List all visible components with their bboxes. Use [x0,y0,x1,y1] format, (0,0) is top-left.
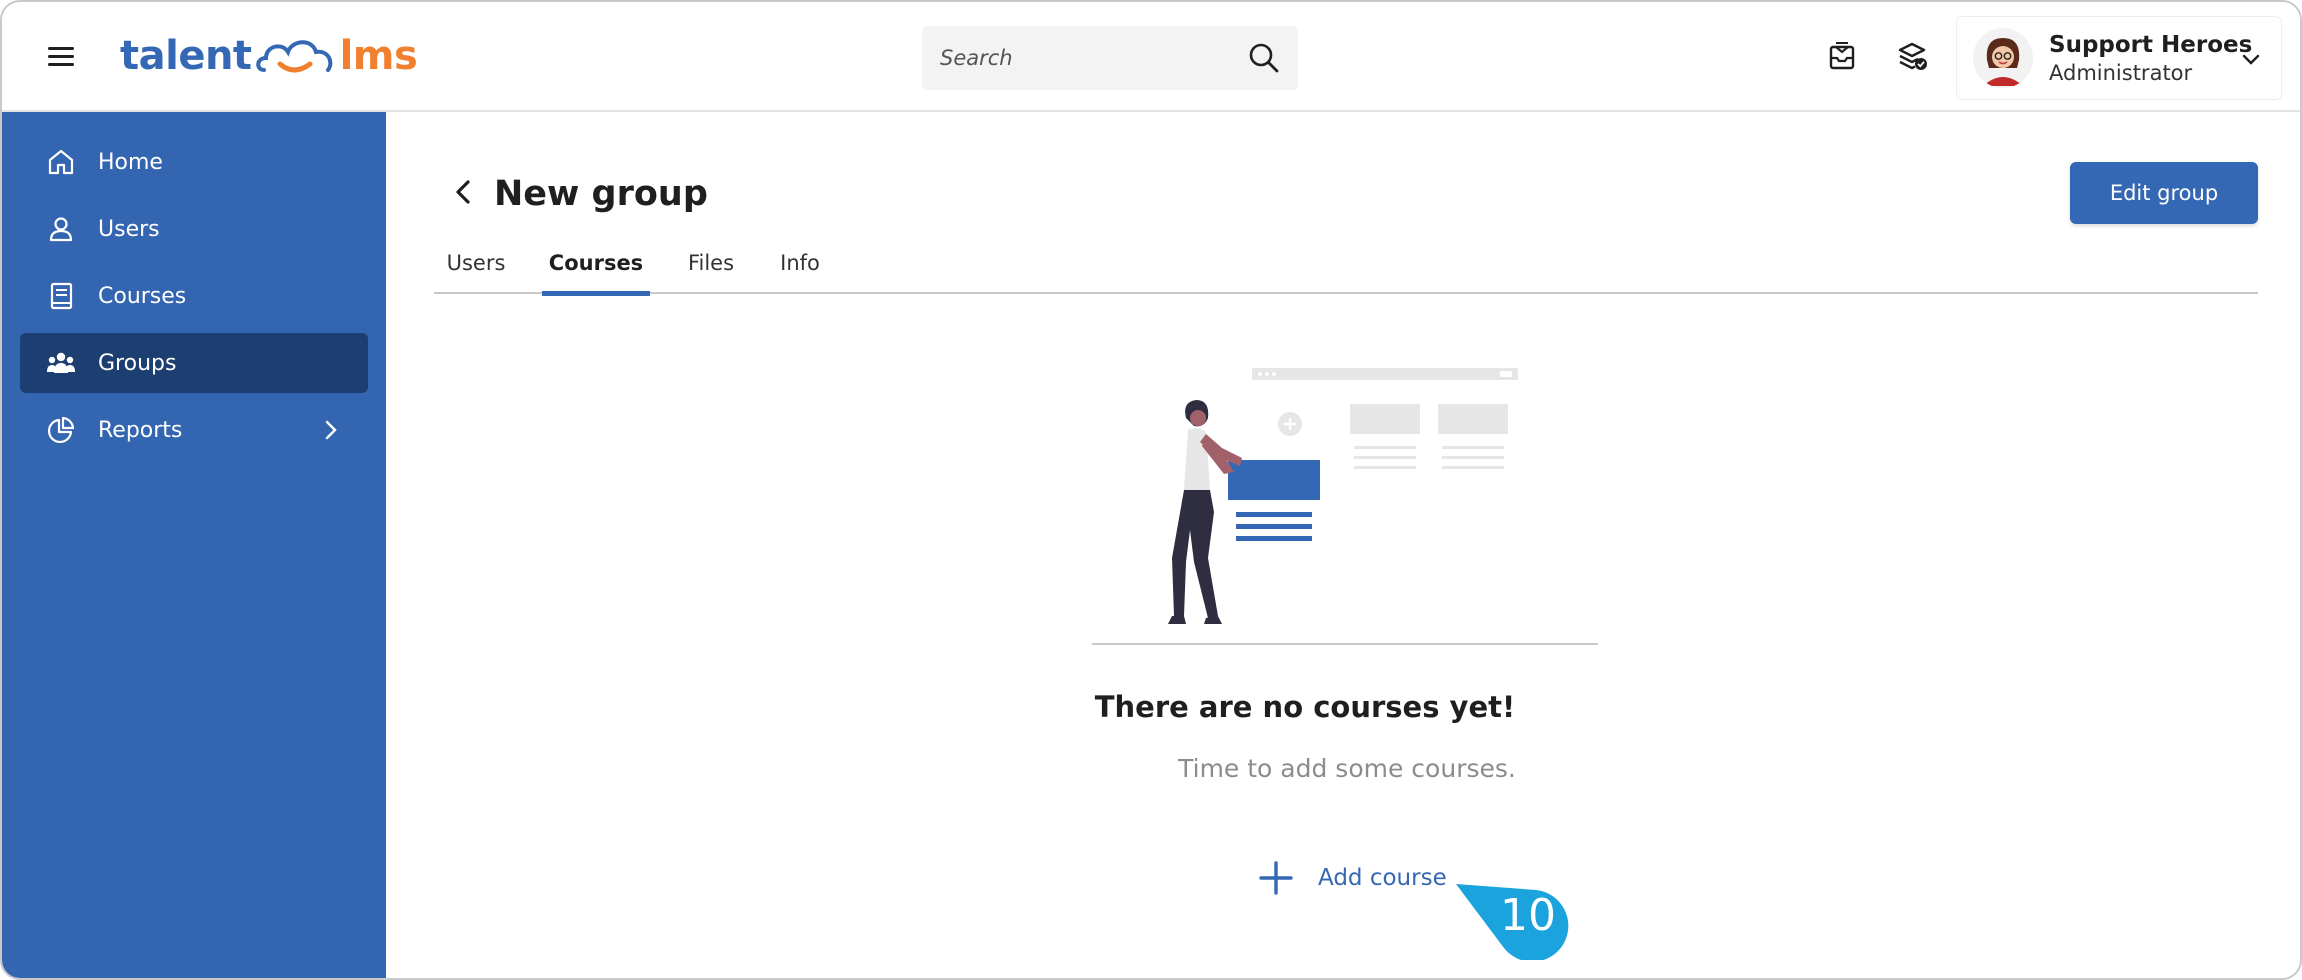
empty-state-title: There are no courses yet! [1094,690,1516,724]
user-icon [49,217,73,242]
sidebar-item-home[interactable]: Home [20,132,368,192]
plus-icon [1259,861,1293,895]
pie-chart-icon [47,416,75,444]
sidebar-item-label: Home [98,149,163,175]
tab-info[interactable]: Info [780,232,820,294]
back-arrow-icon[interactable] [450,178,478,206]
app-window: talent lms Search Support Heroes Adminis… [0,0,2302,980]
sidebar-item-reports[interactable]: Reports [20,400,368,460]
empty-state-subtitle: Time to add some courses. [1178,754,1516,783]
tab-bar: Users Courses Files Info [434,232,2258,296]
search-box [922,26,1298,90]
top-bar: talent lms Search Support Heroes Adminis… [2,2,2300,112]
groups-icon [47,352,75,373]
talentlms-logo[interactable]: talent lms [120,26,418,86]
user-menu[interactable]: Support Heroes Administrator [1956,16,2282,100]
sidebar-item-label: Courses [98,283,187,309]
empty-state-title-row: There are no courses yet! [2,690,2300,724]
avatar [1973,28,2033,88]
book-icon [50,282,73,310]
edit-group-button[interactable]: Edit group [2070,162,2258,224]
courses-store-icon[interactable] [1896,40,1928,72]
messages-icon[interactable] [1826,40,1858,72]
sidebar-item-users[interactable]: Users [20,199,368,259]
step-number: 10 [1500,890,1556,941]
home-icon [48,149,74,175]
logo-text-talent: talent [120,33,252,79]
page-title: New group [494,174,708,214]
user-role: Administrator [2049,61,2193,85]
cloud-logo-icon [255,40,332,73]
sidebar-item-label: Reports [98,417,183,443]
sidebar-item-label: Groups [98,350,177,376]
chevron-right-icon[interactable] [318,418,342,442]
search-icon[interactable] [1248,42,1280,74]
logo-text-lms: lms [339,33,418,79]
tab-users[interactable]: Users [447,232,506,294]
empty-courses-illustration [1092,368,1598,645]
sidebar-item-courses[interactable]: Courses [20,266,368,326]
sidebar-item-label: Users [98,216,160,242]
tab-files[interactable]: Files [686,232,736,294]
user-name: Support Heroes [2049,32,2253,58]
sidebar-item-groups[interactable]: Groups [20,333,368,393]
add-course-label: Add course [1318,865,1447,891]
sidebar: Home Users Courses Groups Reports [2,112,386,978]
user-info: Support Heroes Administrator [2049,30,2252,86]
chevron-down-icon[interactable] [2239,47,2263,71]
search-input[interactable] [940,46,1248,70]
menu-icon[interactable] [48,45,74,67]
add-course-button[interactable]: Add course [1258,860,1447,896]
tab-courses[interactable]: Courses [542,232,650,296]
